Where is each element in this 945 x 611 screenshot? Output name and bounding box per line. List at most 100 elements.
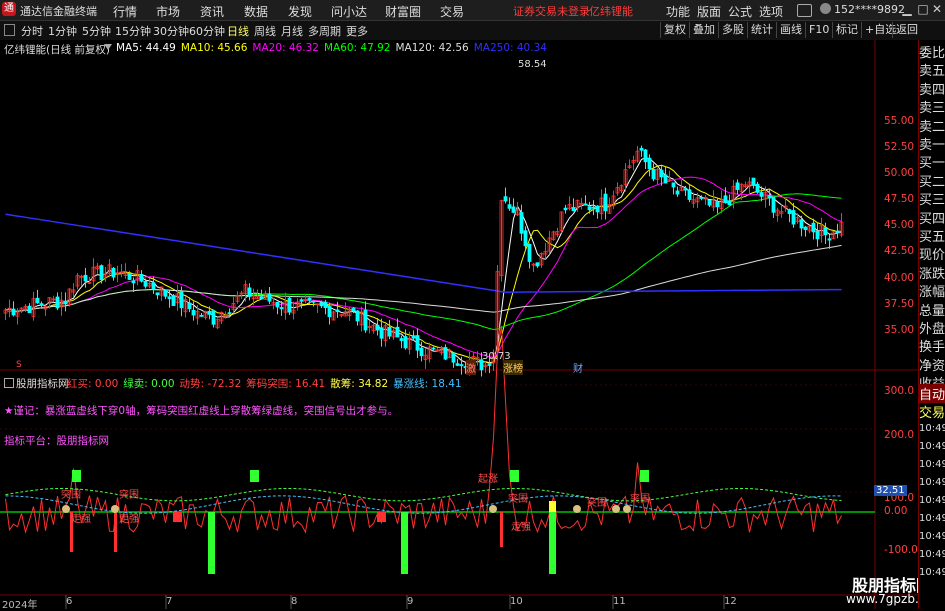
event-tag-ji[interactable]: 激: [466, 360, 476, 375]
side-panel-item[interactable]: 自动: [919, 384, 945, 403]
side-panel-item[interactable]: 买三: [919, 189, 945, 208]
user-account[interactable]: 152****9892: [834, 3, 905, 16]
side-panel-item[interactable]: 卖一: [919, 134, 945, 153]
btn-huaxian[interactable]: 画线: [776, 22, 805, 38]
side-panel-item[interactable]: 买四: [919, 208, 945, 227]
side-panel-item[interactable]: 买二: [919, 171, 945, 190]
candle-body: [595, 205, 600, 213]
period-5min[interactable]: 5分钟: [82, 23, 111, 39]
period-weekly[interactable]: 周线: [254, 23, 276, 39]
signal-bar: [549, 512, 556, 574]
menu-jiaoyi[interactable]: 交易: [440, 3, 464, 20]
menu-caifuquan[interactable]: 财富圈: [385, 3, 421, 20]
menu-xuanxiang[interactable]: 选项: [759, 3, 783, 20]
candle-body: [155, 292, 160, 296]
signal-bar: [114, 512, 117, 552]
period-multi[interactable]: 多周期: [308, 23, 341, 39]
menu-wenxiaoda[interactable]: 问小达: [331, 3, 367, 20]
side-panel-item[interactable]: 总量: [919, 300, 945, 319]
side-panel-item[interactable]: 换手: [919, 336, 945, 355]
side-panel-item[interactable]: 买五: [919, 226, 945, 245]
candle-body: [287, 297, 292, 313]
side-panel-item[interactable]: 卖四: [919, 79, 945, 98]
btn-biaoji[interactable]: 标记: [832, 22, 861, 38]
event-tag-cai[interactable]: 财: [573, 360, 583, 375]
indicator-legend-item: 动势: -72.32: [179, 378, 242, 390]
candle-body: [179, 291, 184, 309]
message-icon[interactable]: [797, 4, 812, 17]
candle-body: [651, 168, 656, 180]
signal-qizhang: 起涨: [478, 474, 498, 485]
tick-time: 10:49: [919, 513, 945, 524]
price-tick: 37.50: [884, 298, 915, 310]
period-30min[interactable]: 30分钟: [153, 23, 189, 39]
period-fenshi[interactable]: 分时: [21, 23, 43, 39]
menu-banmian[interactable]: 版面: [697, 3, 721, 20]
trade-login-warning[interactable]: 证券交易未登录: [513, 3, 590, 19]
indicator-menu-icon[interactable]: [4, 378, 14, 388]
price-tick: 47.50: [884, 193, 915, 205]
tick-time: 10:49: [919, 459, 945, 470]
period-60min[interactable]: 60分钟: [189, 23, 225, 39]
menu-gongshi[interactable]: 公式: [728, 3, 752, 20]
event-tag-s[interactable]: S: [16, 360, 22, 370]
candle-body: [583, 203, 588, 206]
close-icon[interactable]: ✕: [928, 2, 945, 18]
period-daily[interactable]: 日线: [227, 23, 249, 39]
candle-body: [707, 199, 712, 206]
price-tick: 50.00: [884, 167, 915, 179]
side-panel-item[interactable]: 涨跌: [919, 263, 945, 282]
period-15min[interactable]: 15分钟: [115, 23, 151, 39]
period-1min[interactable]: 1分钟: [48, 23, 77, 39]
btn-tongji[interactable]: 统计: [747, 22, 776, 38]
side-panel-item[interactable]: 卖二: [919, 116, 945, 135]
user-avatar-icon[interactable]: [820, 3, 831, 14]
btn-f10[interactable]: F10: [805, 22, 832, 38]
menu-faxian[interactable]: 发现: [288, 3, 312, 20]
candle-body: [503, 196, 508, 202]
side-panel-item[interactable]: 净资: [919, 355, 945, 374]
btn-diejia[interactable]: 叠加: [689, 22, 718, 38]
panel-toggle-icon[interactable]: [4, 24, 15, 36]
menu-hangqing[interactable]: 行情: [113, 3, 137, 20]
signal-zoushi-1: 走强: [71, 514, 91, 525]
buy-marker: [250, 470, 259, 482]
app-logo-icon: 通: [2, 2, 16, 16]
candle-body: [63, 300, 68, 305]
candle-body: [563, 207, 568, 211]
candle-body: [319, 302, 324, 307]
signal-tuwei-3: 突围: [508, 494, 528, 505]
side-panel-item[interactable]: 交易: [919, 402, 945, 421]
signal-tuwei-5: 突围: [630, 494, 650, 505]
side-panel-item[interactable]: 委比: [919, 42, 945, 61]
side-panel-item[interactable]: 卖五: [919, 60, 945, 79]
side-panel-item[interactable]: 买一: [919, 152, 945, 171]
title-bar: 通 通达信金融终端 行情 市场 资讯 数据 发现 问小达 财富圈 交易 证券交易…: [0, 0, 945, 21]
candle-body: [671, 182, 676, 188]
btn-fanhui[interactable]: 返回: [892, 22, 921, 38]
side-panel-item[interactable]: 现价: [919, 244, 945, 263]
buy-marker: [72, 470, 81, 482]
period-more[interactable]: 更多: [346, 23, 368, 39]
event-tag-zhangbang[interactable]: 涨榜: [503, 360, 523, 375]
menu-zixun[interactable]: 资讯: [200, 3, 224, 20]
menu-gongneng[interactable]: 功能: [666, 3, 690, 20]
candle-body: [127, 273, 132, 280]
menu-shuju[interactable]: 数据: [244, 3, 268, 20]
period-monthly[interactable]: 月线: [281, 23, 303, 39]
candle-body: [527, 243, 532, 262]
candle-body: [639, 147, 644, 151]
signal-zoushi-3: 走强: [511, 522, 531, 533]
side-panel-item[interactable]: 外盘: [919, 318, 945, 337]
side-panel-item[interactable]: 涨幅: [919, 281, 945, 300]
menu-shichang[interactable]: 市场: [156, 3, 180, 20]
tick-time: 10:49: [919, 441, 945, 452]
candle-body: [647, 157, 652, 170]
indicator-legend-item: 红买: 0.00: [67, 378, 119, 390]
btn-duogu[interactable]: 多股: [718, 22, 747, 38]
btn-fuquan[interactable]: 复权: [660, 22, 689, 38]
candle-body: [591, 206, 596, 209]
side-panel-item[interactable]: 卖三: [919, 97, 945, 116]
candle-body: [403, 336, 408, 349]
candle-body: [411, 335, 416, 339]
